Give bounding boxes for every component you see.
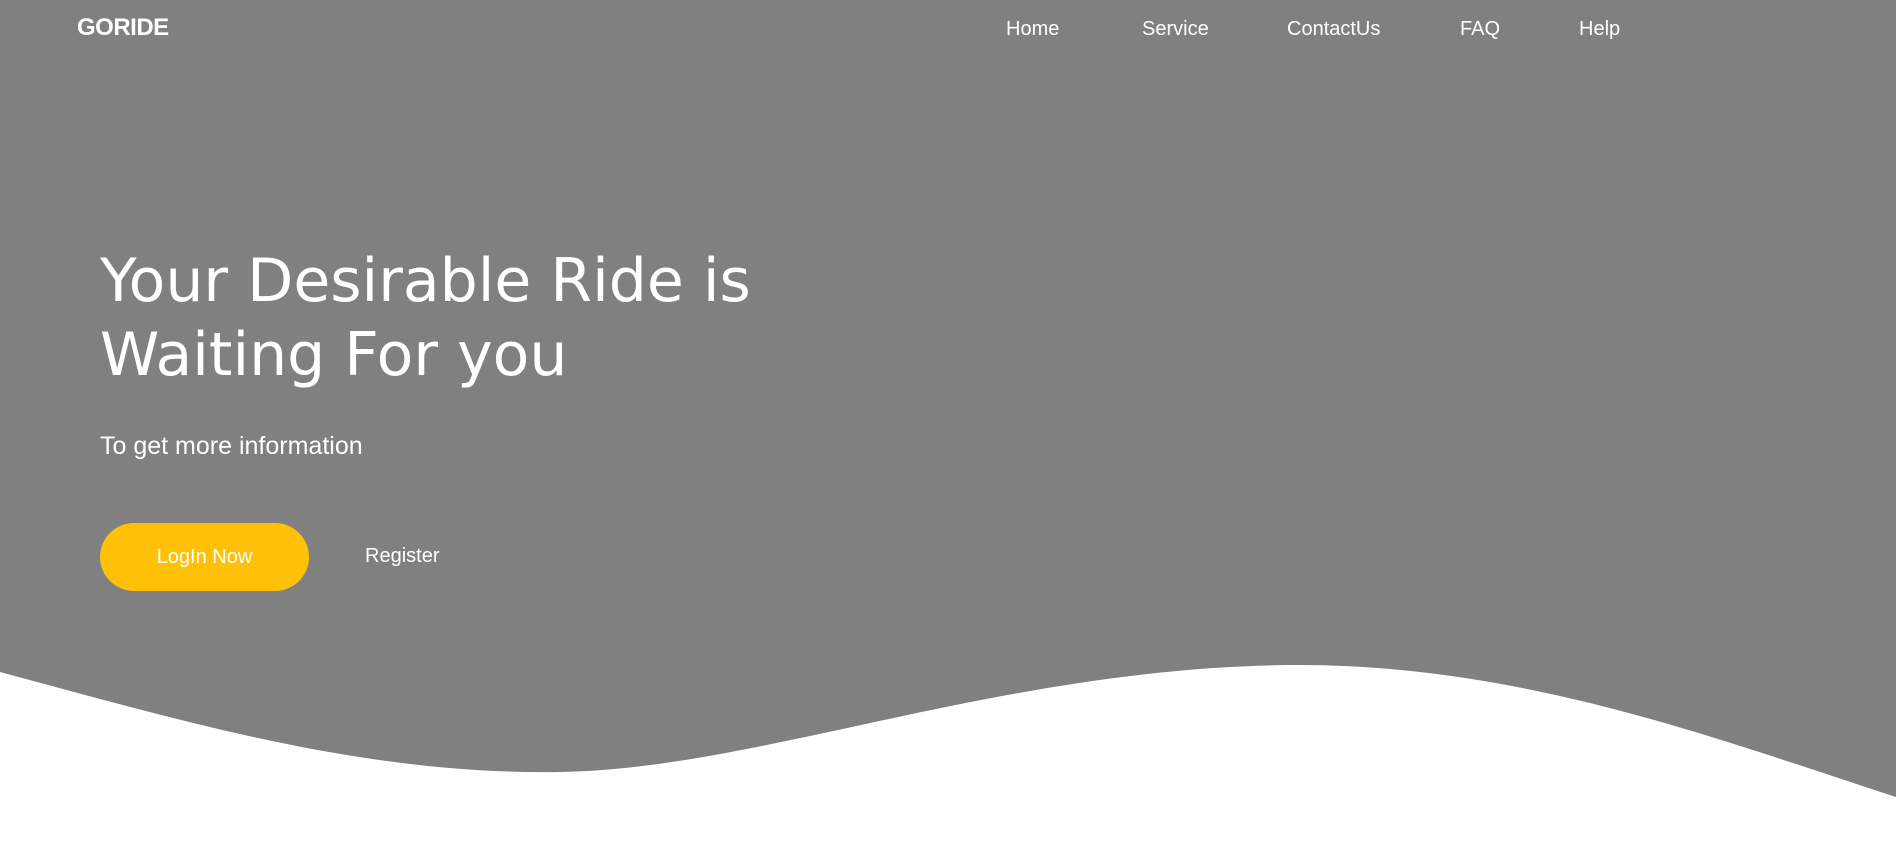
register-button[interactable]: Register [365,545,439,568]
login-button[interactable]: LogIn Now [100,523,309,591]
nav-faq-link[interactable]: FAQ [1460,18,1500,41]
top-navbar: GORIDE Home Service ContactUs FAQ Help [0,0,1896,60]
nav-contact-link[interactable]: ContactUs [1287,18,1380,41]
nav-home-link[interactable]: Home [1006,18,1059,41]
nav-service-link[interactable]: Service [1142,18,1209,41]
hero-title: Your Desirable Ride is Waiting For you [100,246,751,390]
hero-background-wave [0,0,1896,860]
hero-subtitle: To get more information [100,432,363,460]
brand-logo[interactable]: GORIDE [77,14,169,42]
landing-page: GORIDE Home Service ContactUs FAQ Help Y… [0,0,1896,860]
nav-help-link[interactable]: Help [1579,18,1620,41]
